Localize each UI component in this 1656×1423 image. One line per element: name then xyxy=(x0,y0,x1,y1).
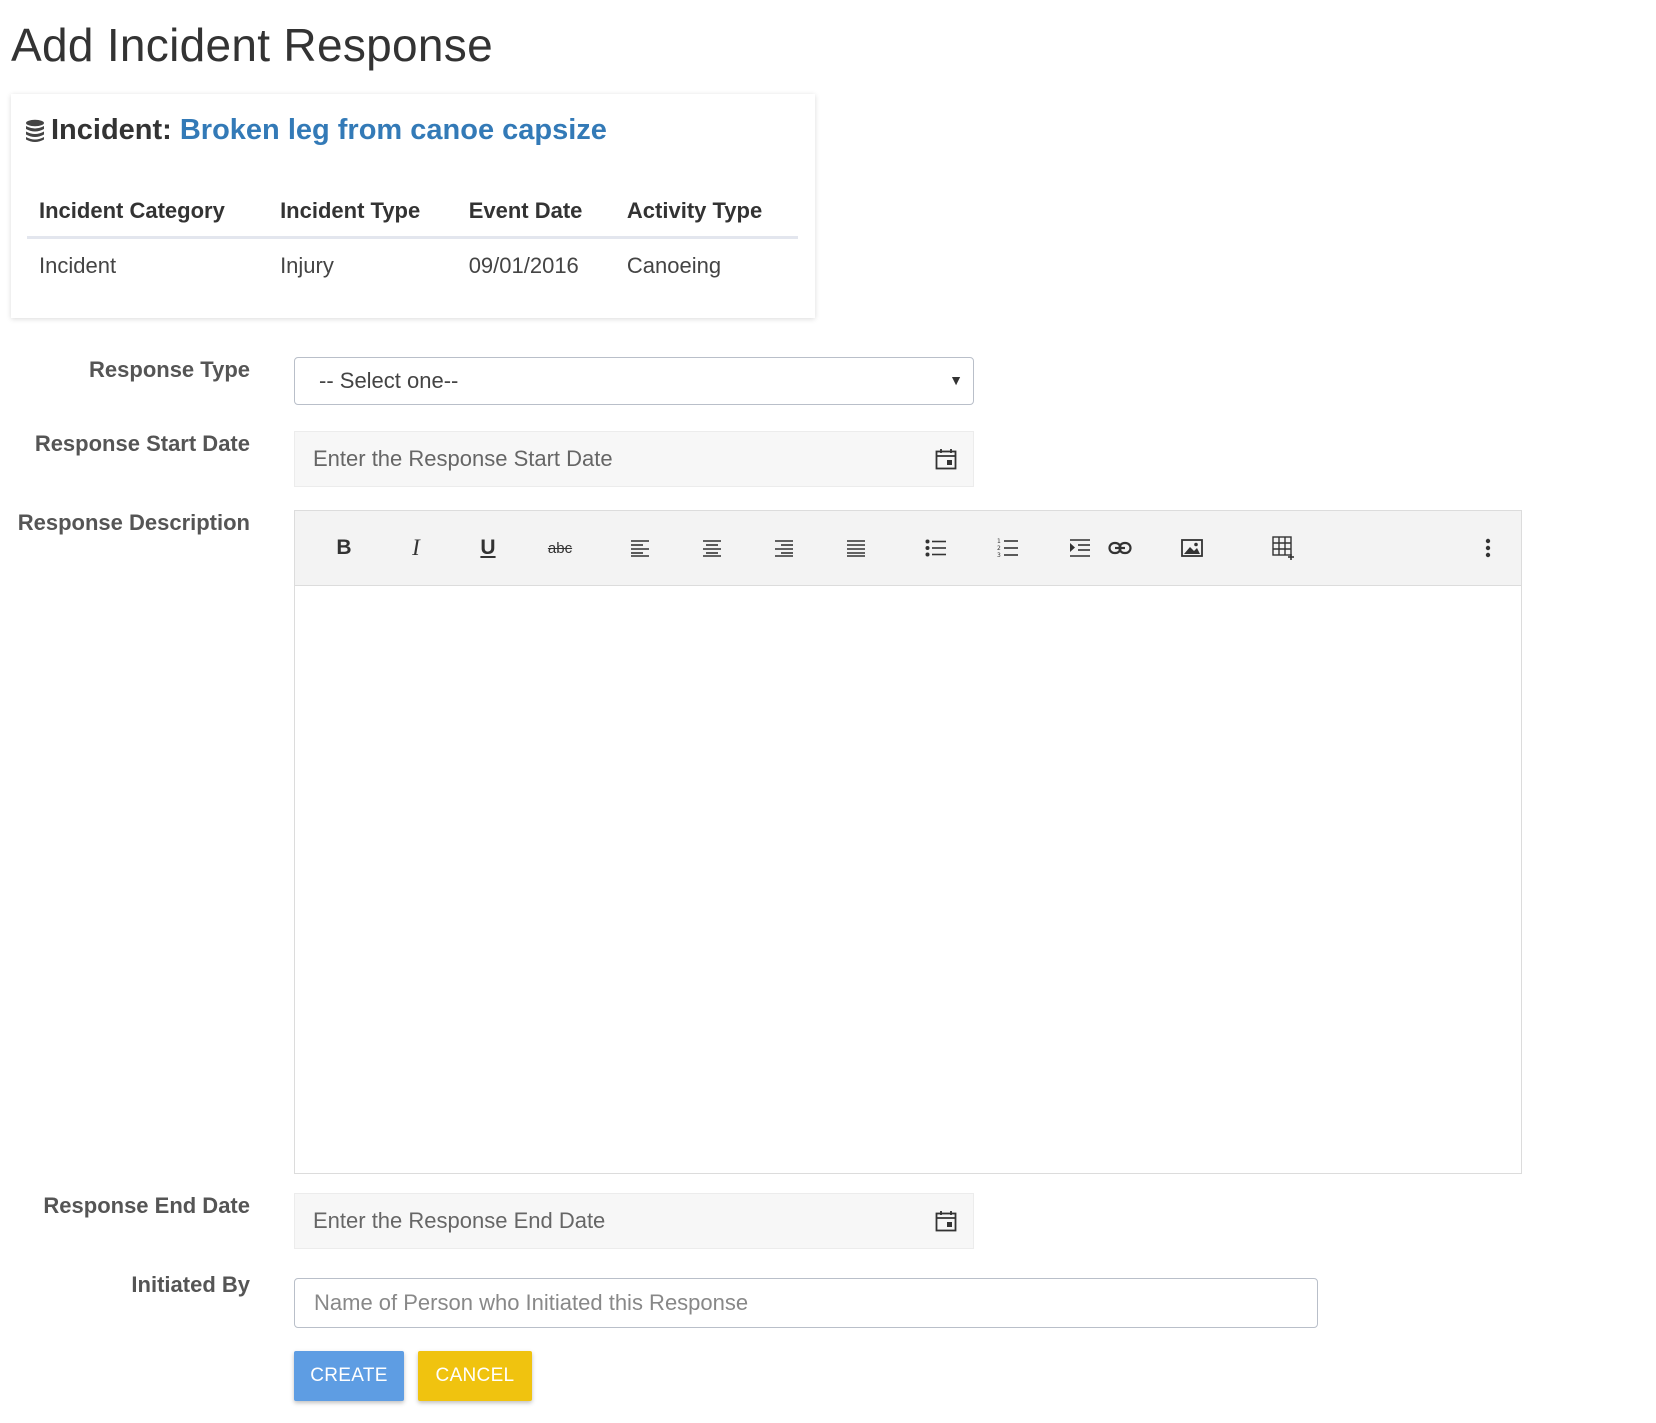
response-start-date-input[interactable]: Enter the Response Start Date xyxy=(294,431,974,487)
table-cell: Incident xyxy=(39,253,117,278)
image-button[interactable] xyxy=(1175,531,1209,565)
page-title: Add Incident Response xyxy=(11,19,493,71)
bold-button[interactable]: B xyxy=(327,531,361,565)
response-end-date-input[interactable]: Enter the Response End Date xyxy=(294,1193,974,1249)
incident-name-link[interactable]: Broken leg from canoe capsize xyxy=(180,114,607,147)
image-icon xyxy=(1181,539,1203,557)
response-type-select[interactable]: -- Select one-- ▼ xyxy=(294,357,974,405)
response-description-editor[interactable]: B I U abc 1 2 3 xyxy=(294,510,1522,1174)
bullet-list-button[interactable] xyxy=(919,531,953,565)
align-left-button[interactable] xyxy=(623,531,657,565)
column-header: Event Date xyxy=(456,188,615,239)
align-center-button[interactable] xyxy=(695,531,729,565)
response-start-date-placeholder: Enter the Response Start Date xyxy=(313,446,613,471)
column-header: Incident Category xyxy=(27,188,269,239)
svg-text:1: 1 xyxy=(997,538,1001,545)
calendar-icon[interactable] xyxy=(935,448,957,476)
link-icon xyxy=(1108,541,1132,555)
numbered-list-button[interactable]: 123 xyxy=(991,531,1025,565)
database-icon xyxy=(25,119,45,143)
create-button[interactable]: CREATE xyxy=(294,1351,404,1401)
align-justify-icon xyxy=(847,540,865,557)
response-type-selected-value: -- Select one-- xyxy=(319,368,459,393)
bullet-list-icon xyxy=(925,539,946,557)
response-end-date-placeholder: Enter the Response End Date xyxy=(313,1208,606,1233)
bold-icon: B xyxy=(336,536,352,559)
page: Add Incident Response Incident: Broken l… xyxy=(0,0,1656,1423)
editor-content-area[interactable] xyxy=(295,585,1521,1173)
more-button[interactable] xyxy=(1471,531,1505,565)
more-vertical-icon xyxy=(1485,538,1491,558)
incident-heading: Incident: Broken leg from canoe capsize xyxy=(25,114,607,147)
italic-icon: I xyxy=(412,535,420,560)
table-icon xyxy=(1272,536,1294,560)
strikethrough-button[interactable]: abc xyxy=(543,531,577,565)
link-button[interactable] xyxy=(1103,531,1137,565)
incident-prefix: Incident: xyxy=(51,114,172,146)
cancel-button[interactable]: CANCEL xyxy=(418,1351,532,1401)
table-cell: 09/01/2016 xyxy=(468,253,579,278)
table-row: Incident Injury 09/01/2016 Canoeing xyxy=(27,238,798,290)
align-right-icon xyxy=(775,540,793,557)
response-end-date-label: Response End Date xyxy=(43,1193,250,1218)
svg-text:3: 3 xyxy=(997,552,1001,558)
incident-table-header: Incident Category Incident Type Event Da… xyxy=(27,188,798,239)
strikethrough-icon: abc xyxy=(547,539,573,557)
align-center-icon xyxy=(703,540,721,557)
align-right-button[interactable] xyxy=(767,531,801,565)
column-header: Incident Type xyxy=(268,188,457,239)
caret-down-icon: ▼ xyxy=(949,372,963,388)
incident-table: Incident Category Incident Type Event Da… xyxy=(27,188,798,289)
incident-card: Incident: Broken leg from canoe capsize … xyxy=(11,94,815,318)
table-cell: Canoeing xyxy=(626,253,722,278)
editor-toolbar: B I U abc 1 2 3 xyxy=(295,511,1521,586)
response-start-date-label: Response Start Date xyxy=(34,431,250,456)
initiated-by-placeholder: Name of Person who Initiated this Respon… xyxy=(314,1290,749,1315)
indent-icon xyxy=(1070,539,1090,557)
initiated-by-label: Initiated By xyxy=(131,1272,250,1297)
response-type-label: Response Type xyxy=(89,357,250,382)
underline-icon: U xyxy=(480,536,496,559)
initiated-by-input[interactable]: Name of Person who Initiated this Respon… xyxy=(294,1278,1318,1328)
align-justify-button[interactable] xyxy=(839,531,873,565)
indent-button[interactable] xyxy=(1063,531,1097,565)
table-cell: Injury xyxy=(280,253,334,278)
underline-button[interactable]: U xyxy=(471,531,505,565)
numbered-list-icon: 123 xyxy=(997,538,1018,558)
response-description-label: Response Description xyxy=(17,510,250,535)
table-button[interactable] xyxy=(1267,531,1301,565)
align-left-icon xyxy=(631,540,649,557)
italic-button[interactable]: I xyxy=(399,531,433,565)
svg-text:2: 2 xyxy=(997,545,1001,552)
calendar-icon[interactable] xyxy=(935,1210,957,1238)
column-header: Activity Type xyxy=(614,188,798,239)
